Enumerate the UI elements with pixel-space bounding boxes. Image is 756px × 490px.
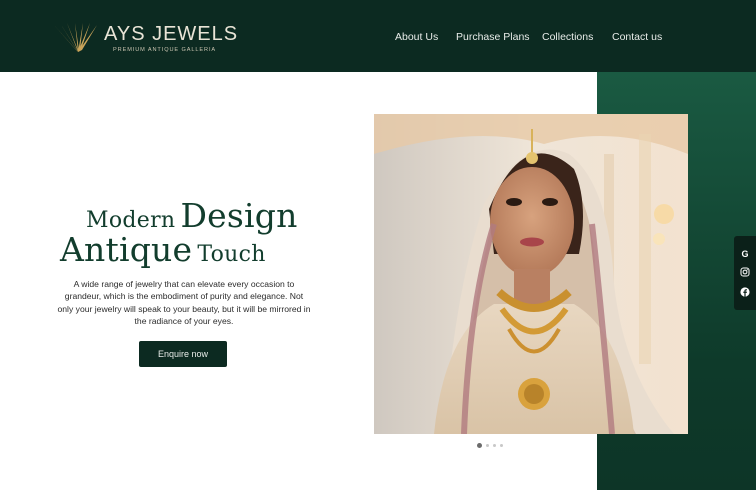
nav-item-about-us[interactable]: About Us bbox=[395, 31, 438, 43]
social-sidebar: G bbox=[734, 236, 756, 310]
nav-item-purchase-plans[interactable]: Purchase Plans bbox=[456, 31, 530, 43]
slider-dot-1[interactable] bbox=[477, 443, 482, 448]
instagram-icon[interactable] bbox=[740, 267, 750, 277]
slider-dot-2[interactable] bbox=[486, 444, 489, 447]
hero-description: A wide range of jewelry that can elevate… bbox=[57, 279, 311, 327]
sunburst-logo-icon bbox=[54, 23, 97, 52]
hero-title-word: Touch bbox=[197, 242, 266, 267]
hero-title-line2: Antique Touch bbox=[60, 230, 266, 269]
brand-name: AYS JEWELS bbox=[104, 22, 239, 45]
slider-dot-3[interactable] bbox=[493, 444, 496, 447]
brand-logo[interactable]: AYS JEWELS PREMIUM ANTIQUE GALLERIA bbox=[54, 22, 238, 54]
hero-image bbox=[374, 114, 688, 434]
brand-tagline: PREMIUM ANTIQUE GALLERIA bbox=[113, 46, 217, 53]
nav-item-collections[interactable]: Collections bbox=[542, 31, 593, 43]
enquire-now-button[interactable]: Enquire now bbox=[139, 341, 227, 367]
slider-dot-4[interactable] bbox=[500, 444, 503, 447]
nav-item-contact-us[interactable]: Contact us bbox=[612, 31, 662, 43]
google-icon[interactable]: G bbox=[740, 249, 750, 259]
hero-title-word: Antique bbox=[60, 230, 193, 269]
slider-dots bbox=[477, 443, 503, 448]
bride-portrait-image bbox=[374, 114, 688, 434]
site-header: AYS JEWELS PREMIUM ANTIQUE GALLERIA Abou… bbox=[0, 0, 756, 72]
facebook-icon[interactable] bbox=[740, 287, 750, 297]
